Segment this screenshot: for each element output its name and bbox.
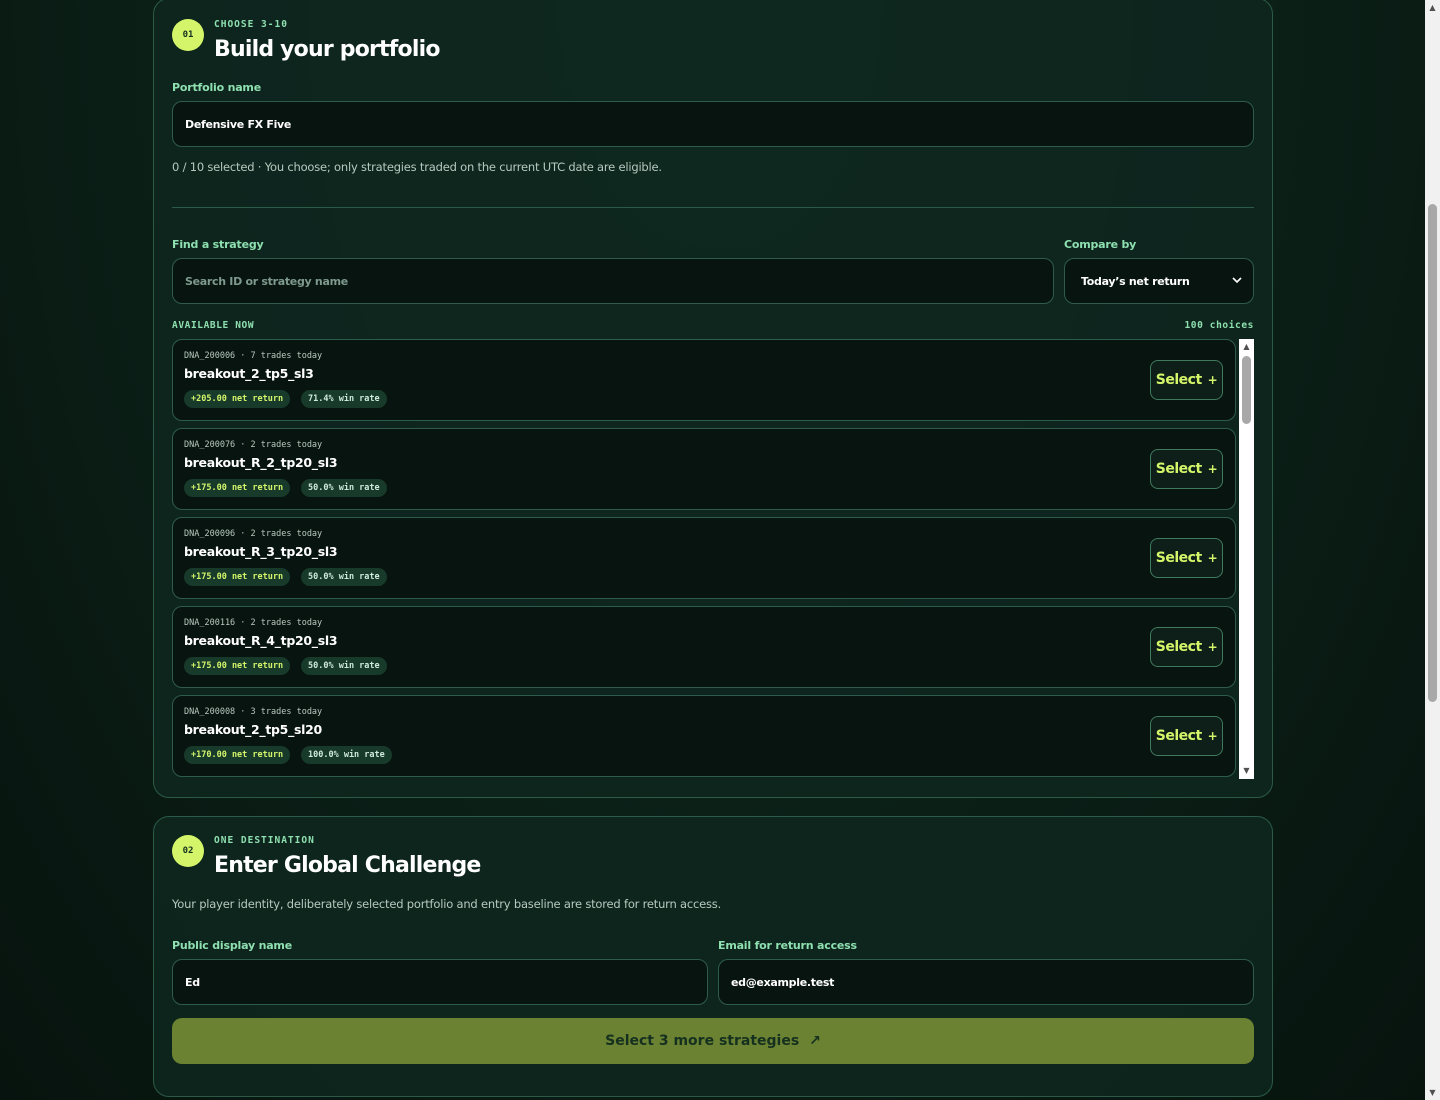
arrow-up-right-icon: ↗ xyxy=(809,1033,821,1049)
select-button-label: Select xyxy=(1155,372,1202,388)
win-rate-chip: 50.0% win rate xyxy=(301,568,387,586)
select-button-label: Select xyxy=(1155,550,1202,566)
strategy-row: DNA_200006 · 7 trades today breakout_2_t… xyxy=(172,339,1236,421)
selection-help-text: 0 / 10 selected · You choose; only strat… xyxy=(172,160,662,174)
select-strategy-button[interactable]: Select + xyxy=(1150,627,1223,667)
strategy-list: DNA_200006 · 7 trades today breakout_2_t… xyxy=(172,339,1254,779)
select-strategy-button[interactable]: Select + xyxy=(1150,449,1223,489)
challenge-help-text: Your player identity, deliberately selec… xyxy=(172,897,722,911)
display-name-label: Public display name xyxy=(172,939,292,952)
search-label: Find a strategy xyxy=(172,238,264,251)
compare-by-label: Compare by xyxy=(1064,238,1137,251)
global-challenge-card: 02 ONE DESTINATION Enter Global Challeng… xyxy=(153,816,1273,1097)
strategy-name: breakout_R_4_tp20_sl3 xyxy=(184,633,338,648)
select-strategy-button[interactable]: Select + xyxy=(1150,716,1223,756)
compare-by-select[interactable]: Today’s net return xyxy=(1064,258,1254,304)
strategy-name: breakout_R_2_tp20_sl3 xyxy=(184,455,338,470)
strategy-name: breakout_R_3_tp20_sl3 xyxy=(184,544,338,559)
page-scroll-up-arrow-icon[interactable]: ▲ xyxy=(1425,0,1440,15)
plus-icon: + xyxy=(1207,640,1218,654)
plus-icon: + xyxy=(1207,462,1218,476)
strategy-name: breakout_2_tp5_sl3 xyxy=(184,366,314,381)
section-eyebrow: ONE DESTINATION xyxy=(214,835,315,846)
select-button-label: Select xyxy=(1155,461,1202,477)
strategy-row: DNA_200076 · 2 trades today breakout_R_2… xyxy=(172,428,1236,510)
strategy-meta: DNA_200076 · 2 trades today xyxy=(184,440,323,450)
win-rate-chip: 100.0% win rate xyxy=(301,746,392,764)
portfolio-name-input[interactable] xyxy=(172,101,1254,147)
scroll-thumb[interactable] xyxy=(1242,356,1251,424)
select-button-label: Select xyxy=(1155,639,1202,655)
divider xyxy=(172,207,1254,208)
strategy-meta: DNA_200096 · 2 trades today xyxy=(184,529,323,539)
scroll-up-arrow-icon[interactable]: ▲ xyxy=(1239,341,1254,353)
step-badge: 02 xyxy=(172,835,204,867)
strategy-meta: DNA_200116 · 2 trades today xyxy=(184,618,323,628)
scroll-down-arrow-icon[interactable]: ▼ xyxy=(1239,765,1254,777)
page-scroll-thumb[interactable] xyxy=(1428,204,1437,702)
plus-icon: + xyxy=(1207,373,1218,387)
win-rate-chip: 50.0% win rate xyxy=(301,657,387,675)
net-return-chip: +175.00 net return xyxy=(184,479,291,497)
step-badge: 01 xyxy=(172,19,204,51)
strategy-row: DNA_200116 · 2 trades today breakout_R_4… xyxy=(172,606,1236,688)
net-return-chip: +175.00 net return xyxy=(184,568,291,586)
cta-label: Select 3 more strategies xyxy=(605,1033,800,1049)
submit-challenge-button[interactable]: Select 3 more strategies ↗ xyxy=(172,1018,1254,1064)
page-scroll-down-arrow-icon[interactable]: ▼ xyxy=(1425,1085,1440,1100)
display-name-input[interactable] xyxy=(172,959,708,1005)
email-label: Email for return access xyxy=(718,939,857,952)
compare-by-value: Today’s net return xyxy=(1081,274,1190,288)
win-rate-chip: 50.0% win rate xyxy=(301,479,387,497)
select-button-label: Select xyxy=(1155,728,1202,744)
select-strategy-button[interactable]: Select + xyxy=(1150,538,1223,578)
section-eyebrow: CHOOSE 3-10 xyxy=(214,19,288,30)
plus-icon: + xyxy=(1207,729,1218,743)
build-portfolio-card: 01 CHOOSE 3-10 Build your portfolio Port… xyxy=(153,0,1273,798)
win-rate-chip: 71.4% win rate xyxy=(301,390,387,408)
net-return-chip: +205.00 net return xyxy=(184,390,291,408)
strategy-row: DNA_200008 · 3 trades today breakout_2_t… xyxy=(172,695,1236,777)
strategy-row: DNA_200096 · 2 trades today breakout_R_3… xyxy=(172,517,1236,599)
section-title: Enter Global Challenge xyxy=(214,853,481,878)
page-scrollbar[interactable]: ▲ ▼ xyxy=(1425,0,1440,1100)
net-return-chip: +175.00 net return xyxy=(184,657,291,675)
chevron-down-icon xyxy=(1232,277,1242,284)
strategy-search-input[interactable] xyxy=(172,258,1054,304)
section-title: Build your portfolio xyxy=(214,37,440,62)
available-now-label: AVAILABLE NOW xyxy=(172,320,255,331)
strategy-meta: DNA_200008 · 3 trades today xyxy=(184,707,323,717)
select-strategy-button[interactable]: Select + xyxy=(1150,360,1223,400)
strategy-meta: DNA_200006 · 7 trades today xyxy=(184,351,323,361)
portfolio-name-label: Portfolio name xyxy=(172,81,261,94)
choices-count: 100 choices xyxy=(1184,320,1254,331)
plus-icon: + xyxy=(1207,551,1218,565)
net-return-chip: +170.00 net return xyxy=(184,746,291,764)
email-input[interactable] xyxy=(718,959,1254,1005)
strategy-list-scrollbar[interactable]: ▲ ▼ xyxy=(1239,339,1254,779)
strategy-name: breakout_2_tp5_sl20 xyxy=(184,722,322,737)
